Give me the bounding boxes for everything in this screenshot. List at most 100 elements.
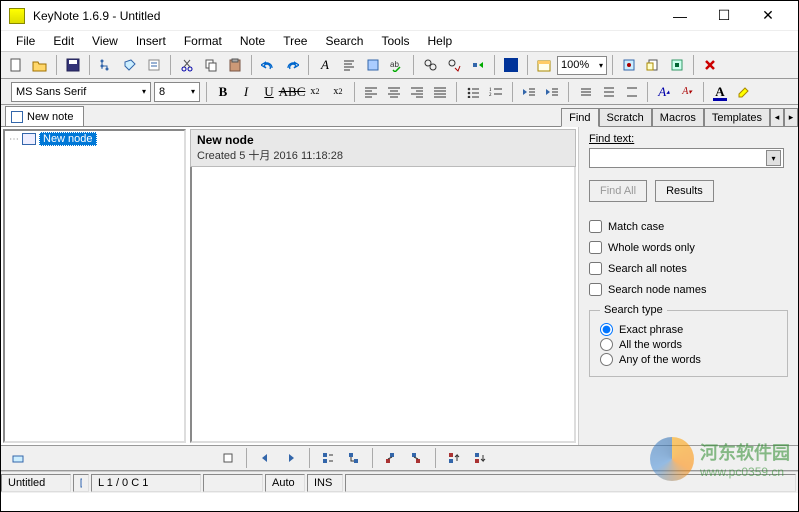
- tree-new-button[interactable]: [217, 447, 239, 469]
- zoom-combo[interactable]: 100%▾: [557, 56, 607, 75]
- paragraph-button[interactable]: [338, 54, 360, 76]
- exact-phrase-radio[interactable]: [600, 323, 613, 336]
- plugin-button[interactable]: [666, 54, 688, 76]
- template-button[interactable]: [642, 54, 664, 76]
- close-button[interactable]: ✕: [746, 2, 790, 30]
- note-tab[interactable]: New note: [5, 106, 84, 126]
- menu-file[interactable]: File: [7, 32, 44, 50]
- panel-tab-macros[interactable]: Macros: [652, 108, 704, 127]
- find-all-button[interactable]: Find All: [589, 180, 647, 202]
- style-button[interactable]: [362, 54, 384, 76]
- insert-date-button[interactable]: [533, 54, 555, 76]
- add-child-button[interactable]: [343, 447, 365, 469]
- copy-button[interactable]: [200, 54, 222, 76]
- search-type-legend: Search type: [600, 304, 667, 316]
- outdent-button[interactable]: [519, 82, 539, 102]
- node-names-check[interactable]: [589, 283, 602, 296]
- paste-button[interactable]: [224, 54, 246, 76]
- find-node-button[interactable]: [467, 54, 489, 76]
- bullet-list-button[interactable]: [463, 82, 483, 102]
- undo-button[interactable]: [257, 54, 279, 76]
- bold-button[interactable]: B: [213, 82, 233, 102]
- menu-tools[interactable]: Tools: [372, 32, 418, 50]
- app-icon: [9, 8, 25, 24]
- line-space2-button[interactable]: [621, 82, 641, 102]
- maximize-button[interactable]: ☐: [702, 2, 746, 30]
- menu-help[interactable]: Help: [419, 32, 462, 50]
- find-button[interactable]: [419, 54, 441, 76]
- note-props-button[interactable]: [143, 54, 165, 76]
- cut-button[interactable]: [176, 54, 198, 76]
- indent-button[interactable]: [542, 82, 562, 102]
- bg-color-button[interactable]: [500, 54, 522, 76]
- tree-node[interactable]: ⋯ New node: [5, 131, 184, 147]
- underline-button[interactable]: U: [259, 82, 279, 102]
- menu-tree[interactable]: Tree: [274, 32, 316, 50]
- panel-tab-templates[interactable]: Templates: [704, 108, 770, 127]
- superscript-button[interactable]: x2: [305, 82, 325, 102]
- font-color-button[interactable]: A: [710, 82, 730, 102]
- number-list-button[interactable]: 12: [486, 82, 506, 102]
- redo-button[interactable]: [281, 54, 303, 76]
- menu-format[interactable]: Format: [175, 32, 231, 50]
- find-next-button[interactable]: [443, 54, 465, 76]
- panel-tab-find[interactable]: Find: [561, 108, 598, 127]
- size-combo[interactable]: 8▾: [154, 82, 200, 102]
- font-button[interactable]: A: [314, 54, 336, 76]
- line-space15-button[interactable]: [598, 82, 618, 102]
- tree-root-dots: ⋯: [9, 134, 19, 145]
- statusbar: Untitled L 1 / 0 C 1 Auto INS: [1, 471, 798, 493]
- menu-search[interactable]: Search: [316, 32, 372, 50]
- chevron-down-icon[interactable]: ▾: [766, 150, 781, 166]
- subscript-button[interactable]: x2: [328, 82, 348, 102]
- any-words-radio[interactable]: [600, 353, 613, 366]
- align-left-button[interactable]: [361, 82, 381, 102]
- all-notes-check[interactable]: [589, 262, 602, 275]
- whole-words-check[interactable]: [589, 241, 602, 254]
- tree-panel[interactable]: ⋯ New node: [3, 129, 186, 443]
- line-space1-button[interactable]: [575, 82, 595, 102]
- new-file-button[interactable]: [5, 54, 27, 76]
- tree-style-button[interactable]: [7, 447, 29, 469]
- node-right-button[interactable]: [280, 447, 302, 469]
- add-sibling-button[interactable]: [317, 447, 339, 469]
- indent-node-button[interactable]: [406, 447, 428, 469]
- font-dec-button[interactable]: A▾: [677, 82, 697, 102]
- all-words-radio[interactable]: [600, 338, 613, 351]
- delete-button[interactable]: [699, 54, 721, 76]
- panel-nav-left[interactable]: ◂: [770, 108, 784, 127]
- highlight-button[interactable]: [733, 82, 753, 102]
- move-down-button[interactable]: [469, 447, 491, 469]
- menu-edit[interactable]: Edit: [44, 32, 83, 50]
- italic-button[interactable]: I: [236, 82, 256, 102]
- node-icon: [22, 133, 36, 145]
- side-panel: Find text: ▾ Find All Results Match case…: [578, 127, 798, 445]
- editor-created: Created 5 十月 2016 11:18:28: [197, 147, 569, 163]
- menu-insert[interactable]: Insert: [127, 32, 175, 50]
- font-inc-button[interactable]: A▴: [654, 82, 674, 102]
- tree-toggle-button[interactable]: [95, 54, 117, 76]
- menu-view[interactable]: View: [83, 32, 127, 50]
- options-button[interactable]: [119, 54, 141, 76]
- editor-body[interactable]: [190, 167, 576, 443]
- panel-nav-right[interactable]: ▸: [784, 108, 798, 127]
- panel-tab-scratch[interactable]: Scratch: [599, 108, 652, 127]
- macro-button[interactable]: [618, 54, 640, 76]
- move-up-button[interactable]: [443, 447, 465, 469]
- spell-button[interactable]: ab: [386, 54, 408, 76]
- strike-button[interactable]: ABC: [282, 82, 302, 102]
- align-justify-button[interactable]: [430, 82, 450, 102]
- find-text-combo[interactable]: ▾: [589, 148, 784, 168]
- align-center-button[interactable]: [384, 82, 404, 102]
- match-case-check[interactable]: [589, 220, 602, 233]
- menu-note[interactable]: Note: [231, 32, 274, 50]
- align-right-button[interactable]: [407, 82, 427, 102]
- font-combo[interactable]: MS Sans Serif▾: [11, 82, 151, 102]
- tabs-row: New note Find Scratch Macros Templates ◂…: [1, 105, 798, 127]
- outdent-node-button[interactable]: [380, 447, 402, 469]
- node-left-button[interactable]: [254, 447, 276, 469]
- save-button[interactable]: [62, 54, 84, 76]
- results-button[interactable]: Results: [655, 180, 714, 202]
- open-file-button[interactable]: [29, 54, 51, 76]
- minimize-button[interactable]: —: [658, 2, 702, 30]
